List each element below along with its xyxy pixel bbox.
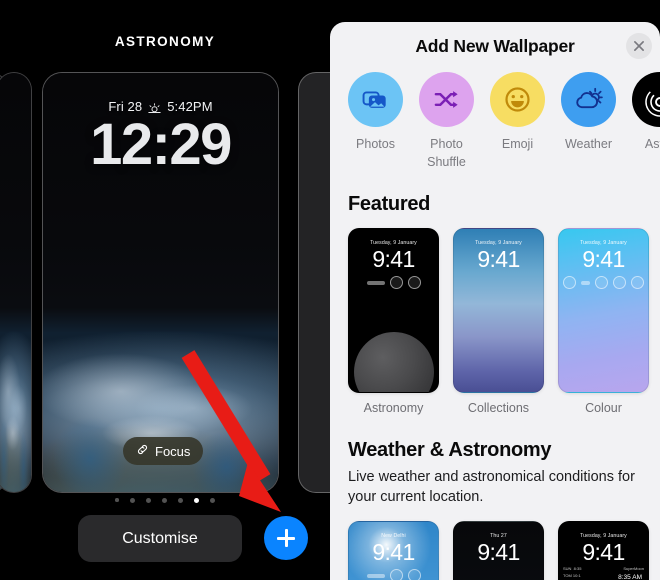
- focus-pill[interactable]: Focus: [123, 437, 204, 465]
- thumb-time: 9:41: [477, 246, 520, 273]
- widget-pill: [581, 280, 590, 285]
- astro-col-left: SUN 8:35TOM 10:1SAT 7:48: [563, 566, 582, 580]
- category-photo-shuffle[interactable]: Photo Shuffle: [411, 72, 482, 171]
- page-dot[interactable]: [161, 498, 167, 503]
- wallpaper-card-astronomy-details[interactable]: Tuesday, 9 January 9:41 SUN 8:35 TOM 10:1…: [558, 521, 649, 580]
- widget-circle: [631, 276, 644, 290]
- page-dot[interactable]: [209, 498, 215, 503]
- close-button[interactable]: [626, 33, 652, 59]
- category-photos-label: Photos: [356, 137, 395, 151]
- astronomy-orbit-icon: [632, 72, 660, 127]
- plus-icon: [276, 528, 296, 548]
- weather-astronomy-subtitle: Live weather and astronomical conditions…: [348, 469, 635, 505]
- lock-screen-card-current[interactable]: Fri 28 5:42PM 12:29: [42, 72, 279, 493]
- wallpaper-thumbnail[interactable]: Tuesday, 9 January 9:41: [558, 228, 649, 394]
- thumb-time: 9:41: [372, 539, 415, 566]
- thumb-widgets: [349, 569, 438, 580]
- wallpaper-card-label: Colour: [585, 401, 622, 416]
- thumb-widgets: [349, 276, 438, 290]
- add-wallpaper-button[interactable]: [264, 516, 308, 560]
- widget-circle: [595, 276, 608, 290]
- page-title: ASTRONOMY: [114, 34, 216, 49]
- weather-cloud-sun-icon: [561, 72, 616, 127]
- widget-circle: [407, 276, 421, 290]
- thumb-astro-note: 8:35 AM: [618, 574, 642, 580]
- emoji-smiley-icon: [490, 72, 545, 127]
- lock-screen-switcher: ASTRONOMY Fri 28 5:42PM 12:29 Focus Cust…: [0, 0, 330, 580]
- widget-pill: [366, 573, 385, 578]
- thumb-time: 9:41: [582, 539, 625, 566]
- wallpaper-card-weather-location[interactable]: New Delhi 9:41: [348, 521, 439, 580]
- page-dot[interactable]: [115, 498, 119, 502]
- sheet-title: Add New Wallpaper: [415, 35, 575, 56]
- shuffle-icon: [419, 72, 474, 127]
- photos-icon: [348, 72, 403, 127]
- wallpaper-card-earth-night[interactable]: Thu 27 9:41: [453, 521, 544, 580]
- page-dot[interactable]: [145, 498, 151, 503]
- screen-root: ASTRONOMY Fri 28 5:42PM 12:29 Focus Cust…: [0, 0, 660, 580]
- earth-artwork: [43, 73, 278, 492]
- featured-section-title: Featured: [348, 193, 431, 216]
- widget-circle: [613, 276, 626, 290]
- customise-button[interactable]: Customise: [78, 515, 242, 562]
- category-astronomy[interactable]: Astro: [624, 72, 660, 171]
- category-weather-label: Weather: [564, 137, 612, 151]
- wallpaper-thumbnail[interactable]: Tuesday, 9 January 9:41: [348, 228, 439, 394]
- add-new-wallpaper-sheet: Add New Wallpaper Photos Photo Shuffle E…: [330, 22, 660, 580]
- category-weather[interactable]: Weather: [553, 72, 624, 171]
- thumb-time: 9:41: [372, 246, 415, 273]
- wallpaper-card-astronomy[interactable]: Tuesday, 9 January 9:41 Astronomy: [348, 228, 439, 415]
- wallpaper-category-row: Photos Photo Shuffle Emoji Weather As: [330, 70, 660, 171]
- customise-button-label: Customise: [122, 529, 198, 547]
- widget-circle: [407, 569, 421, 580]
- wallpaper-card-label: Astronomy: [363, 401, 424, 416]
- thumb-time: 9:41: [582, 246, 625, 273]
- category-emoji-label: Emoji: [501, 137, 534, 151]
- page-dot[interactable]: [177, 498, 183, 503]
- wallpaper-thumbnail[interactable]: New Delhi 9:41: [348, 521, 439, 580]
- widget-circle: [389, 276, 403, 290]
- widget-pill: [366, 280, 385, 285]
- wallpaper-thumbnail[interactable]: Tuesday, 9 January 9:41: [453, 228, 544, 394]
- earth-artwork: [0, 73, 31, 492]
- widget-circle: [563, 276, 576, 290]
- page-dot-active[interactable]: [193, 498, 199, 503]
- wallpaper-thumbnail[interactable]: Tuesday, 9 January 9:41 SUN 8:35 TOM 10:1…: [558, 521, 649, 580]
- weather-astronomy-card-row: New Delhi 9:41 Thu 27 9:41 Tuesday, 9 Ja…: [330, 507, 660, 580]
- close-icon: [634, 41, 644, 51]
- focus-pill-label: Focus: [155, 443, 191, 459]
- page-dot[interactable]: [129, 498, 135, 503]
- category-emoji[interactable]: Emoji: [482, 72, 553, 171]
- weather-astronomy-section-title: Weather & Astronomy: [348, 439, 552, 462]
- page-dots[interactable]: [0, 498, 330, 503]
- wallpaper-card-collections[interactable]: Tuesday, 9 January 9:41 Collections: [453, 228, 544, 415]
- wallpaper-card-label: Collections: [467, 401, 530, 416]
- thumb-time: 9:41: [477, 539, 520, 566]
- sheet-header: Add New Wallpaper: [330, 22, 660, 70]
- category-photo-shuffle-label: Photo Shuffle: [427, 137, 466, 170]
- category-astronomy-label: Astro: [644, 137, 660, 151]
- featured-card-row: Tuesday, 9 January 9:41 Astronomy Tuesda…: [330, 216, 660, 415]
- widget-circle: [389, 569, 403, 580]
- wallpaper-thumbnail[interactable]: Thu 27 9:41: [453, 521, 544, 580]
- category-photos[interactable]: Photos: [340, 72, 411, 171]
- thumb-widgets: [559, 276, 648, 290]
- wallpaper-card-colour[interactable]: Tuesday, 9 January 9:41 Colour: [558, 228, 649, 415]
- lock-screen-card-next[interactable]: [298, 72, 330, 493]
- lock-screen-card-previous[interactable]: [0, 72, 32, 493]
- focus-link-icon: [136, 443, 149, 459]
